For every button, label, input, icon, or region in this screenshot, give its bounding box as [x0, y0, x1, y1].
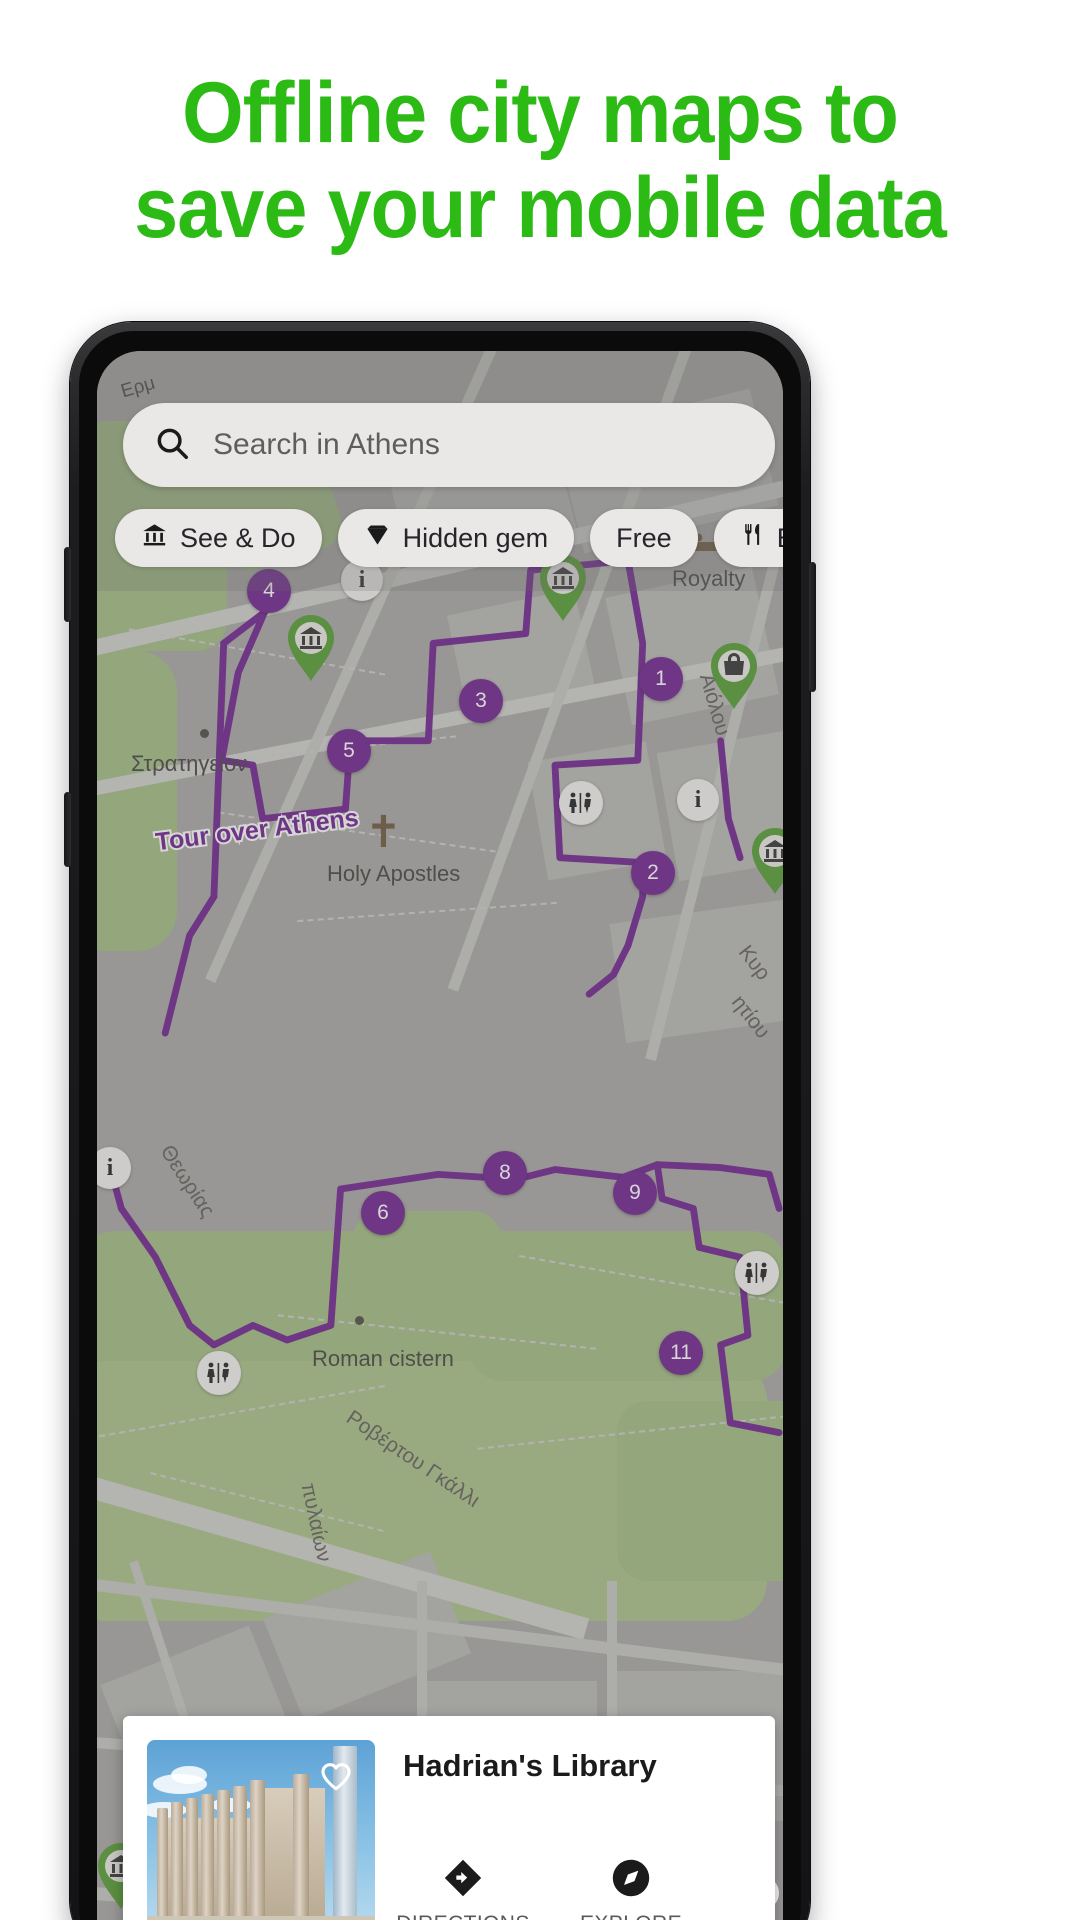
map-marker-5[interactable]: 5	[327, 729, 371, 773]
place-title: Hadrian's Library	[403, 1748, 657, 1783]
map-restroom-icon[interactable]	[197, 1351, 241, 1395]
headline-line-2: save your mobile data	[134, 160, 947, 256]
place-actions: DIRECTIONS EXPLORE	[396, 1857, 691, 1920]
diamond-icon	[364, 521, 391, 555]
search-icon	[153, 424, 191, 467]
map-label-roman-cistern: Roman cistern	[312, 1346, 454, 1371]
map-marker-6[interactable]: 6	[361, 1191, 405, 1235]
map-marker-9[interactable]: 9	[613, 1171, 657, 1215]
map-canvas[interactable]: Ερμ ΑΤΜ Στρατηγείον Holy Apostles Royalt…	[97, 351, 783, 1920]
map-pin-museum[interactable]	[283, 613, 339, 683]
filter-chips: See & Do Hidden gem Free	[115, 509, 783, 567]
map-marker-11[interactable]: 11	[659, 1331, 703, 1375]
favorite-heart-icon[interactable]	[319, 1760, 353, 1797]
chip-label: See & Do	[180, 522, 296, 553]
phone-mockup: Ερμ ΑΤΜ Στρατηγείον Holy Apostles Royalt…	[64, 322, 816, 1920]
chip-label: Eat	[777, 523, 783, 554]
explore-label: EXPLORE	[580, 1912, 682, 1920]
chip-label: Hidden gem	[402, 522, 549, 553]
map-poi-dot	[355, 1316, 364, 1325]
phone-button-left-a	[64, 547, 71, 622]
place-details: Hadrian's Library DIRECTIONS	[375, 1740, 751, 1920]
chip-label: Free	[616, 522, 672, 553]
place-photo	[147, 1740, 375, 1920]
map-marker-2[interactable]: 2	[631, 851, 675, 895]
map-label-strategeion: Στρατηγείον	[131, 751, 248, 776]
phone-button-volume	[809, 562, 816, 692]
map-marker-1[interactable]: 1	[639, 657, 683, 701]
chip-eat[interactable]: Eat	[713, 509, 783, 567]
search-input[interactable]: Search in Athens	[213, 428, 440, 462]
phone-bezel: Ερμ ΑΤΜ Στρατηγείον Holy Apostles Royalt…	[79, 331, 801, 1920]
map-label-holy-apostles: Holy Apostles	[327, 861, 461, 886]
map-marker-3[interactable]: 3	[459, 679, 503, 723]
map-pin-shop[interactable]	[706, 641, 762, 711]
map-poi-dot	[200, 729, 209, 738]
museum-icon	[141, 521, 168, 555]
chip-see-and-do[interactable]: See & Do	[115, 509, 322, 567]
map-pin-museum[interactable]	[747, 826, 783, 896]
directions-icon	[442, 1857, 484, 1904]
explore-button[interactable]: EXPLORE	[571, 1857, 691, 1920]
phone-screen: Ερμ ΑΤΜ Στρατηγείον Holy Apostles Royalt…	[97, 351, 783, 1920]
map-info-icon[interactable]: i	[677, 779, 719, 821]
headline-line-1: Offline city maps to	[182, 65, 899, 161]
church-cross-icon: ✝	[365, 808, 402, 857]
compass-icon	[610, 1857, 652, 1904]
map-restroom-icon[interactable]	[735, 1251, 779, 1295]
chip-hidden-gem[interactable]: Hidden gem	[337, 509, 575, 567]
search-bar[interactable]: Search in Athens	[123, 403, 775, 487]
directions-button[interactable]: DIRECTIONS	[396, 1857, 529, 1920]
directions-label: DIRECTIONS	[396, 1912, 530, 1920]
map-restroom-icon[interactable]	[559, 781, 603, 825]
chip-free[interactable]: Free	[590, 509, 698, 567]
place-info-card[interactable]: Hadrian's Library DIRECTIONS	[123, 1716, 775, 1920]
screenshot-root: Offline city maps to save your mobile da…	[0, 0, 1080, 1920]
page-title: Offline city maps to save your mobile da…	[43, 66, 1037, 256]
cutlery-icon	[740, 521, 765, 555]
map-marker-8[interactable]: 8	[483, 1151, 527, 1195]
phone-button-left-b	[64, 792, 71, 867]
